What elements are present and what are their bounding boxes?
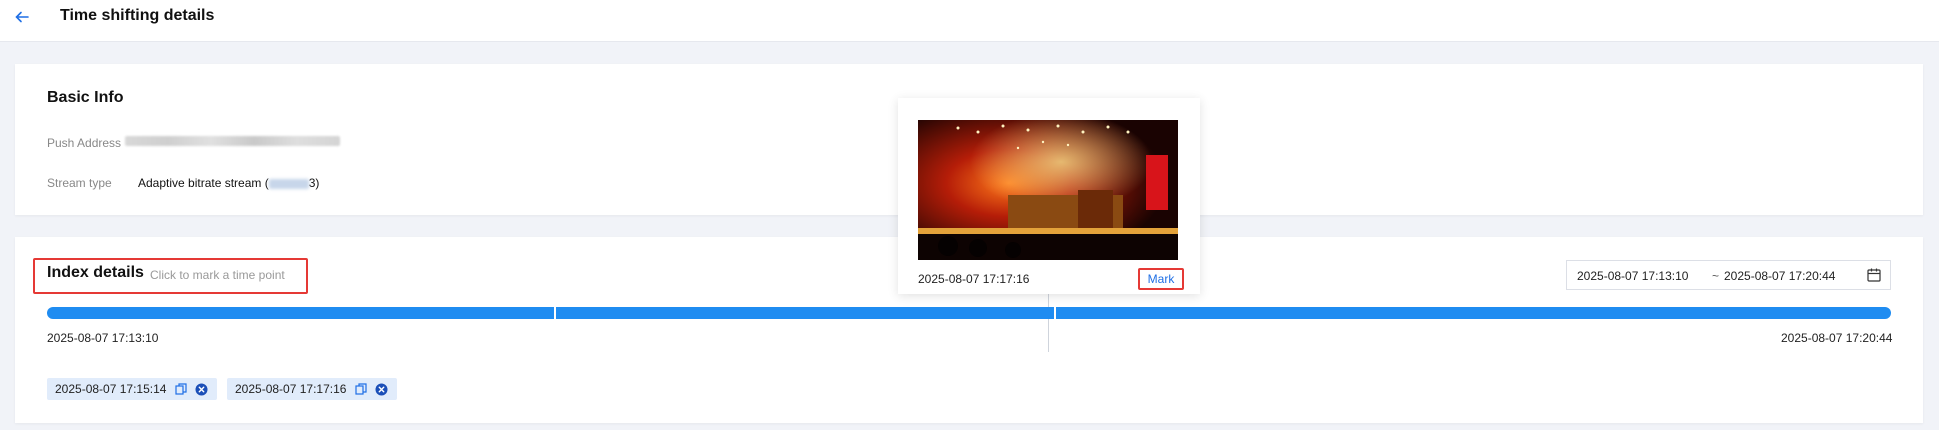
push-address-label: Push Address (47, 136, 122, 150)
video-thumbnail (918, 120, 1178, 260)
timeline-marker[interactable] (554, 307, 556, 319)
stage-image (918, 120, 1178, 260)
index-details-title: Index details (47, 264, 144, 281)
stream-type-redacted (268, 178, 309, 189)
stream-type-suffix: 3) (308, 176, 320, 190)
page-title: Time shifting details (60, 7, 215, 24)
preview-timestamp: 2025-08-07 17:17:16 (918, 272, 1030, 286)
time-tag: 2025-08-07 17:17:16 (227, 378, 397, 400)
top-bar: Time shifting details (0, 0, 1939, 42)
push-address-value (125, 136, 340, 146)
stream-type-prefix: Adaptive bitrate stream ( (138, 176, 269, 190)
timeline-bar[interactable] (47, 307, 1891, 319)
copy-icon[interactable] (355, 383, 367, 395)
basic-info-title: Basic Info (47, 89, 124, 106)
timeline-start-label: 2025-08-07 17:13:10 (47, 331, 159, 345)
copy-icon[interactable] (175, 383, 187, 395)
remove-tag-icon[interactable] (375, 383, 388, 396)
remove-tag-icon[interactable] (195, 383, 208, 396)
arrow-left-icon[interactable] (13, 8, 31, 26)
stream-type-label: Stream type (47, 176, 112, 190)
timeline-cursor (1048, 294, 1049, 352)
timeline-end-label: 2025-08-07 17:20:44 (1781, 331, 1893, 345)
index-details-hint: Click to mark a time point (150, 268, 285, 282)
timepoint-preview-popup: 2025-08-07 17:17:16 Mark (898, 98, 1200, 294)
timeline-marker[interactable] (1054, 307, 1056, 319)
time-tag: 2025-08-07 17:15:14 (47, 378, 217, 400)
calendar-icon[interactable] (1866, 267, 1882, 283)
stream-type-value: Adaptive bitrate stream ( 3) (138, 176, 319, 190)
date-range-start[interactable]: 2025-08-07 17:13:10 (1577, 269, 1688, 283)
mark-button[interactable]: Mark (1138, 268, 1184, 290)
date-range-picker[interactable]: 2025-08-07 17:13:10 ~ 2025-08-07 17:20:4… (1566, 260, 1891, 290)
date-range-separator: ~ (1712, 269, 1720, 283)
time-tag-label: 2025-08-07 17:17:16 (235, 382, 347, 396)
time-tag-label: 2025-08-07 17:15:14 (55, 382, 167, 396)
date-range-end[interactable]: 2025-08-07 17:20:44 (1724, 269, 1835, 283)
